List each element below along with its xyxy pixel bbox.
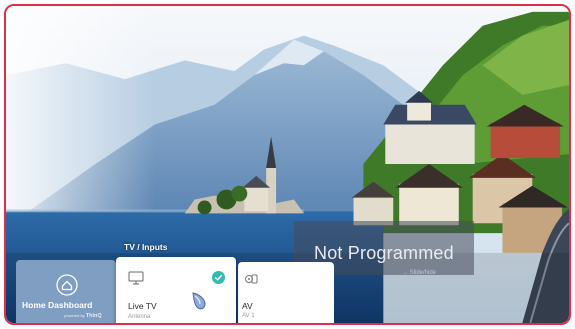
- home-dashboard-card[interactable]: Home Dashboard powered by ThinQ: [16, 260, 116, 323]
- not-programmed-hint: → Slide/hide: [402, 270, 437, 276]
- powered-by-thinq: powered by ThinQ: [64, 313, 102, 319]
- check-icon: [212, 271, 225, 284]
- live-tv-sublabel: Antenna: [128, 314, 151, 320]
- live-tv-label: Live TV: [128, 301, 157, 311]
- av-input-icon: [245, 274, 258, 284]
- tv-icon: [128, 271, 144, 285]
- live-tv-card[interactable]: Live TV Antenna: [116, 257, 236, 323]
- av-label: AV: [242, 301, 253, 311]
- tv-screen: Not Programmed → Slide/hide TV / Inputs …: [4, 4, 571, 325]
- home-dashboard-label: Home Dashboard: [22, 300, 93, 310]
- inputs-section-label: TV / Inputs: [124, 242, 168, 252]
- home-icon: [56, 274, 78, 296]
- av-input-card[interactable]: AV AV 1: [238, 262, 334, 323]
- not-programmed-title: Not Programmed: [314, 243, 454, 263]
- av-sublabel: AV 1: [242, 313, 255, 319]
- pointer-cursor-icon: [192, 292, 206, 310]
